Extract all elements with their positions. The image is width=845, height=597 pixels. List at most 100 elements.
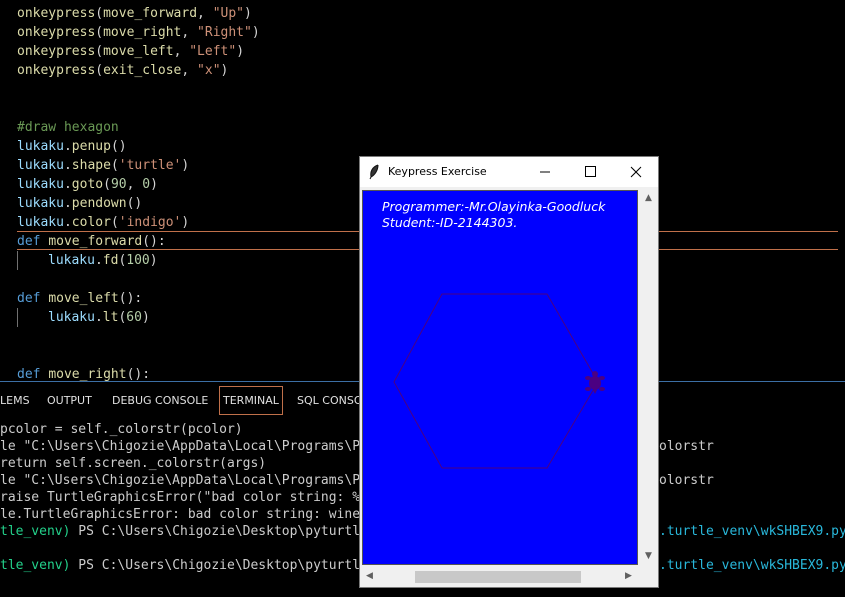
code-token: ( bbox=[95, 63, 104, 78]
code-line: onkeypress(move_forward, "Up") bbox=[17, 4, 252, 23]
code-token: 'turtle' bbox=[118, 158, 182, 173]
terminal-line: olorstr bbox=[659, 473, 714, 488]
scrollbar-thumb[interactable] bbox=[415, 571, 581, 583]
code-line: lukaku.shape('turtle') bbox=[17, 158, 190, 173]
code-token: shape bbox=[71, 158, 111, 173]
turtle-canvas[interactable]: Programmer:-Mr.Olayinka-Goodluck Student… bbox=[362, 190, 638, 565]
code-line: lukaku.pendown() bbox=[17, 196, 143, 211]
code-token: penup bbox=[71, 139, 111, 154]
hexagon-drawing bbox=[393, 293, 605, 469]
scroll-up-icon[interactable]: ▲ bbox=[645, 193, 652, 203]
code-token: , bbox=[173, 44, 190, 59]
code-token: move_forward bbox=[103, 6, 198, 21]
turtle-window[interactable]: Keypress Exercise Programmer:-Mr.Olayink… bbox=[359, 156, 659, 588]
code-token: ) bbox=[220, 63, 229, 78]
code-token: move_right bbox=[103, 25, 182, 40]
code-token: onkeypress bbox=[17, 63, 96, 78]
code-token: 'indigo' bbox=[118, 215, 182, 230]
terminal-prompt: tle_venv) PS C:\Users\Chigozie\Desktop\p… bbox=[0, 557, 399, 574]
terminal-prompt: tle_venv) PS C:\Users\Chigozie\Desktop\p… bbox=[0, 523, 399, 540]
venv-label: tle_venv) bbox=[0, 558, 71, 573]
tab-terminal[interactable]: TERMINAL bbox=[219, 386, 283, 415]
code-line: lukaku.color('indigo') bbox=[17, 215, 190, 230]
code-token: lukaku bbox=[17, 139, 64, 154]
close-button[interactable] bbox=[613, 157, 658, 187]
horizontal-scrollbar[interactable]: ◀ ▶ bbox=[362, 568, 638, 586]
code-token: "Right" bbox=[197, 25, 252, 40]
terminal-path: .turtle_venv\wkSHBEX9.py bbox=[659, 558, 845, 573]
code-line: onkeypress(move_right, "Right") bbox=[17, 23, 260, 42]
code-token: pendown bbox=[71, 196, 127, 211]
code-token: goto bbox=[71, 177, 104, 192]
terminal-line: le.TurtleGraphicsError: bad color string… bbox=[0, 507, 361, 522]
scroll-left-icon[interactable]: ◀ bbox=[366, 571, 373, 581]
code-line: lukaku.fd(100) bbox=[48, 253, 158, 268]
prompt-path: PS C:\Users\Chigozie\Desktop\pyturtle> bbox=[70, 558, 384, 573]
code-token: "x" bbox=[197, 63, 221, 78]
code-token: ( bbox=[95, 25, 104, 40]
indent-guide bbox=[17, 308, 18, 327]
code-token: def bbox=[17, 367, 41, 381]
code-token: lukaku bbox=[48, 310, 95, 325]
code-token: 60 bbox=[126, 310, 142, 325]
code-line: onkeypress(exit_close, "x") bbox=[17, 61, 228, 80]
code-token: 100 bbox=[126, 253, 150, 268]
code-token: color bbox=[71, 215, 111, 230]
terminal-line: le "C:\Users\Chigozie\AppData\Local\Prog… bbox=[0, 439, 407, 454]
prompt-path: PS C:\Users\Chigozie\Desktop\pyturtle> bbox=[70, 524, 384, 539]
code-token: , bbox=[197, 6, 213, 21]
code-token: lukaku bbox=[17, 196, 64, 211]
code-token: exit_close bbox=[103, 63, 182, 78]
code-token: lukaku bbox=[48, 253, 95, 268]
hexagon-shape bbox=[393, 293, 599, 469]
tab-debug-console[interactable]: DEBUG CONSOLE bbox=[112, 394, 208, 407]
code-token: move_forward bbox=[48, 234, 143, 249]
code-line: onkeypress(move_left, "Left") bbox=[17, 42, 244, 61]
tab-problems[interactable]: LEMS bbox=[0, 394, 30, 407]
code-token: lukaku bbox=[17, 177, 64, 192]
window-title: Keypress Exercise bbox=[388, 165, 487, 178]
minimize-button[interactable] bbox=[523, 157, 568, 187]
code-token: , bbox=[181, 25, 198, 40]
scroll-right-icon[interactable]: ▶ bbox=[625, 571, 632, 581]
code-token: ) bbox=[244, 6, 252, 21]
code-token: onkeypress bbox=[17, 25, 96, 40]
terminal-line: return self.screen._colorstr(args) bbox=[0, 456, 267, 471]
code-token: onkeypress bbox=[17, 44, 96, 59]
terminal-line: le "C:\Users\Chigozie\AppData\Local\Prog… bbox=[0, 473, 407, 488]
feather-icon bbox=[368, 164, 380, 184]
code-line: def move_right(): bbox=[17, 367, 151, 381]
turtle-icon bbox=[585, 371, 605, 394]
tab-output[interactable]: OUTPUT bbox=[47, 394, 92, 407]
code-line: def move_left(): bbox=[17, 291, 143, 306]
code-line: lukaku.goto(90, 0) bbox=[17, 177, 158, 192]
code-token: lukaku bbox=[17, 215, 64, 230]
code-line: lukaku.lt(60) bbox=[48, 310, 150, 325]
terminal-line: raise TurtleGraphicsError("bad color str… bbox=[0, 490, 407, 505]
code-token: , bbox=[181, 63, 198, 78]
code-token: lukaku bbox=[17, 158, 64, 173]
code-token: ( bbox=[95, 6, 104, 21]
terminal-line: pcolor = self._colorstr(pcolor) bbox=[0, 422, 243, 437]
maximize-button[interactable] bbox=[568, 157, 613, 187]
window-titlebar[interactable]: Keypress Exercise bbox=[360, 157, 658, 187]
code-token: ) bbox=[251, 25, 260, 40]
code-token: "Left" bbox=[189, 44, 237, 59]
code-token: ( bbox=[95, 44, 104, 59]
indent-guide bbox=[17, 251, 18, 270]
code-token: 0 bbox=[142, 177, 151, 192]
code-token: onkeypress bbox=[17, 6, 96, 21]
code-token: fd bbox=[102, 253, 119, 268]
terminal-path: .turtle_venv\wkSHBEX9.py bbox=[659, 524, 845, 539]
code-line: def move_forward(): bbox=[17, 234, 166, 249]
code-token: 90 bbox=[110, 177, 127, 192]
code-token: "Up" bbox=[212, 6, 244, 21]
code-token: move_left bbox=[103, 44, 174, 59]
code-line: lukaku.penup() bbox=[17, 139, 127, 154]
code-token: move_right bbox=[48, 367, 127, 381]
code-token: lt bbox=[102, 310, 119, 325]
terminal-line: olorstr bbox=[659, 439, 714, 454]
code-token: def bbox=[17, 234, 41, 249]
vertical-scrollbar[interactable]: ▲ ▼ bbox=[641, 190, 657, 565]
scroll-down-icon[interactable]: ▼ bbox=[645, 551, 652, 561]
